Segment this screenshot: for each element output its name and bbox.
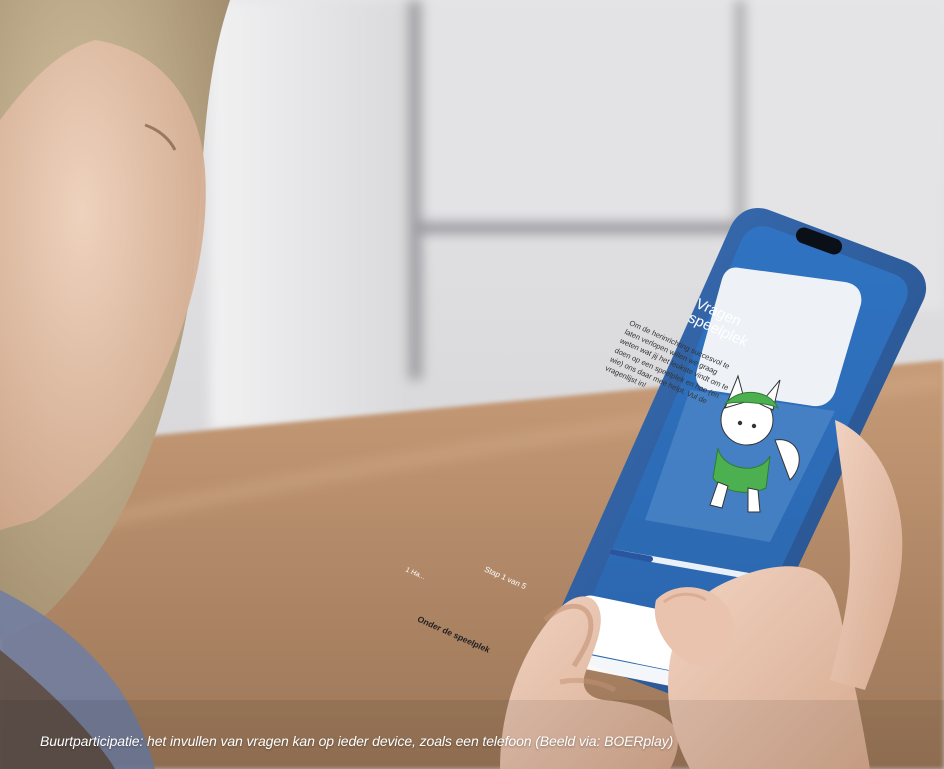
photo-stage: Vragen speelplek Om de herinrichting suc… <box>0 0 944 769</box>
image-caption: Buurtparticipatie: het invullen van vrag… <box>40 733 674 749</box>
